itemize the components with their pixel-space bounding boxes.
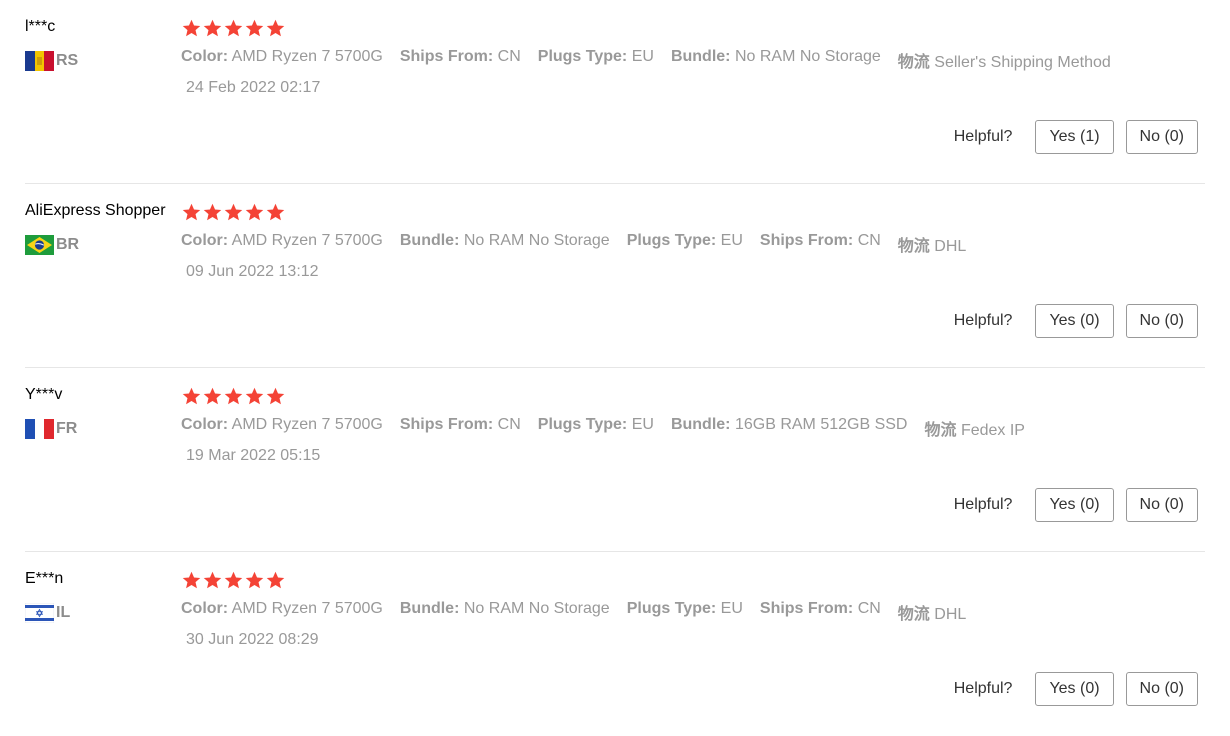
helpful-label: Helpful? — [953, 496, 1013, 513]
reviewer-country: IL — [25, 603, 70, 623]
star-icon — [244, 386, 265, 407]
sku-attribute: Ships From: CN — [759, 232, 881, 249]
reviewer-country: BR — [25, 235, 79, 255]
sku-attribute: 物流 DHL — [897, 238, 967, 255]
star-icon — [202, 386, 223, 407]
review-date: 30 Jun 2022 08:29 — [186, 631, 319, 648]
star-rating — [181, 18, 286, 39]
sku-attribute: Color: AMD Ryzen 7 5700G — [181, 600, 383, 617]
helpful-section: Helpful? Yes (0) No (0) — [954, 672, 1198, 706]
star-rating — [181, 202, 286, 223]
sku-attribute: Bundle: No RAM No Storage — [399, 600, 610, 617]
sku-info: Color: AMD Ryzen 7 5700G Bundle: No RAM … — [181, 600, 983, 624]
star-rating — [181, 570, 286, 591]
review-date: 19 Mar 2022 05:15 — [186, 447, 321, 464]
star-icon — [181, 570, 202, 591]
star-icon — [181, 18, 202, 39]
country-code: BR — [56, 236, 80, 253]
sku-info: Color: AMD Ryzen 7 5700G Ships From: CN … — [181, 416, 1042, 440]
country-code: IL — [56, 604, 71, 621]
review-item: E***n IL Color: AMD Ryzen 7 5700G Bundle… — [0, 552, 1230, 736]
review-date: 09 Jun 2022 13:12 — [186, 263, 319, 280]
flag-rs-icon — [25, 51, 54, 71]
reviewer-name: AliExpress Shopper — [25, 202, 166, 219]
star-icon — [265, 570, 286, 591]
sku-attribute: Color: AMD Ryzen 7 5700G — [181, 232, 383, 249]
star-icon — [265, 202, 286, 223]
flag-fr-icon — [25, 419, 54, 439]
review-item: l***c RS Color: AMD Ryzen 7 5700G Ships … — [0, 0, 1230, 184]
reviewer-name: l***c — [25, 18, 56, 35]
star-icon — [223, 386, 244, 407]
helpful-label: Helpful? — [953, 312, 1013, 329]
sku-attribute: Bundle: No RAM No Storage — [399, 232, 610, 249]
flag-br-icon — [25, 235, 54, 255]
reviewer-country: RS — [25, 51, 78, 71]
helpful-section: Helpful? Yes (0) No (0) — [954, 304, 1198, 338]
helpful-yes-button[interactable]: Yes (0) — [1035, 488, 1114, 522]
star-icon — [181, 386, 202, 407]
helpful-label: Helpful? — [953, 128, 1013, 145]
helpful-no-button[interactable]: No (0) — [1125, 672, 1198, 706]
review-item: AliExpress Shopper BR Color: AMD Ryzen 7… — [0, 184, 1230, 368]
country-code: FR — [56, 420, 78, 437]
helpful-section: Helpful? Yes (1) No (0) — [954, 120, 1198, 154]
helpful-yes-button[interactable]: Yes (0) — [1035, 304, 1114, 338]
helpful-no-button[interactable]: No (0) — [1125, 120, 1198, 154]
helpful-no-button[interactable]: No (0) — [1125, 304, 1198, 338]
star-icon — [202, 570, 223, 591]
helpful-section: Helpful? Yes (0) No (0) — [954, 488, 1198, 522]
star-icon — [223, 18, 244, 39]
sku-info: Color: AMD Ryzen 7 5700G Bundle: No RAM … — [181, 232, 983, 256]
star-icon — [202, 18, 223, 39]
sku-attribute: Plugs Type: EU — [626, 600, 743, 617]
sku-attribute: 物流 Fedex IP — [924, 422, 1025, 439]
star-icon — [202, 202, 223, 223]
sku-attribute: Ships From: CN — [399, 416, 521, 433]
sku-info: Color: AMD Ryzen 7 5700G Ships From: CN … — [181, 48, 1128, 72]
sku-attribute: 物流 Seller's Shipping Method — [897, 54, 1111, 71]
review-list: l***c RS Color: AMD Ryzen 7 5700G Ships … — [0, 0, 1230, 736]
sku-attribute: Plugs Type: EU — [626, 232, 743, 249]
star-icon — [244, 18, 265, 39]
country-code: RS — [56, 52, 79, 69]
sku-attribute: Color: AMD Ryzen 7 5700G — [181, 416, 383, 433]
reviewer-country: FR — [25, 419, 77, 439]
star-icon — [223, 202, 244, 223]
reviewer-name: Y***v — [25, 386, 63, 403]
helpful-no-button[interactable]: No (0) — [1125, 488, 1198, 522]
star-icon — [244, 570, 265, 591]
star-icon — [181, 202, 202, 223]
star-icon — [265, 386, 286, 407]
star-icon — [265, 18, 286, 39]
sku-attribute: 物流 DHL — [897, 606, 967, 623]
sku-attribute: Color: AMD Ryzen 7 5700G — [181, 48, 383, 65]
reviewer-name: E***n — [25, 570, 64, 587]
sku-attribute: Plugs Type: EU — [537, 48, 654, 65]
sku-attribute: Plugs Type: EU — [537, 416, 654, 433]
review-date: 24 Feb 2022 02:17 — [186, 79, 321, 96]
star-icon — [244, 202, 265, 223]
sku-attribute: Bundle: No RAM No Storage — [670, 48, 881, 65]
review-item: Y***v FR Color: AMD Ryzen 7 5700G Ships … — [0, 368, 1230, 552]
star-rating — [181, 386, 286, 407]
sku-attribute: Ships From: CN — [399, 48, 521, 65]
sku-attribute: Ships From: CN — [759, 600, 881, 617]
helpful-yes-button[interactable]: Yes (0) — [1035, 672, 1114, 706]
helpful-label: Helpful? — [953, 680, 1013, 697]
helpful-yes-button[interactable]: Yes (1) — [1035, 120, 1114, 154]
sku-attribute: Bundle: 16GB RAM 512GB SSD — [670, 416, 908, 433]
star-icon — [223, 570, 244, 591]
flag-il-icon — [25, 603, 54, 623]
